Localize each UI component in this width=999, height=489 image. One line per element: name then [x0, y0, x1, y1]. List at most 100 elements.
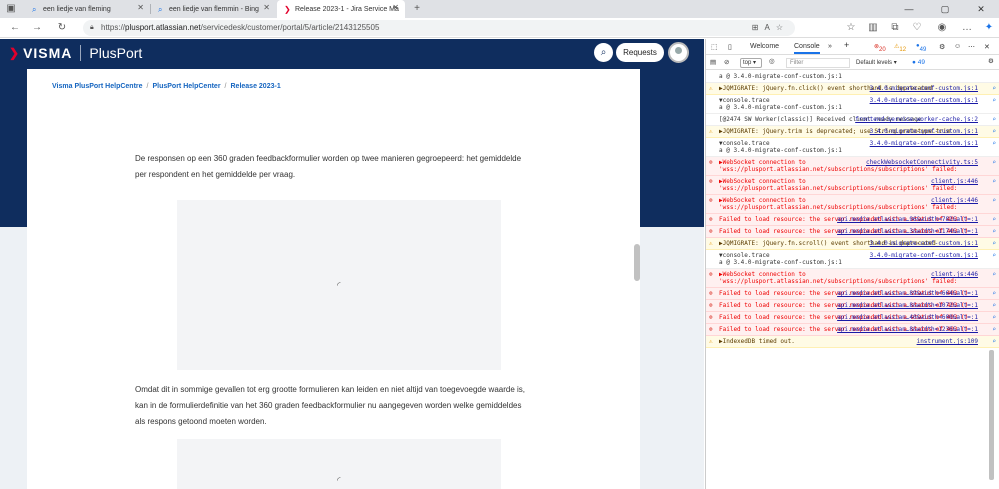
- search-icon[interactable]: ⌕: [992, 240, 996, 247]
- tab-console[interactable]: Console: [794, 43, 820, 54]
- close-window-icon[interactable]: ✕: [963, 0, 999, 18]
- requests-button[interactable]: Requests: [616, 43, 664, 62]
- site-logo[interactable]: ❯ VISMA PlusPort: [9, 45, 142, 61]
- console-source-link[interactable]: checkWebsocketConnectivity.ts:5: [866, 159, 978, 166]
- search-icon[interactable]: ⌕: [992, 252, 996, 259]
- issues-badge[interactable]: ● 49: [912, 59, 925, 66]
- context-selector[interactable]: top ▾: [740, 58, 762, 68]
- close-icon[interactable]: ✕: [137, 3, 144, 12]
- search-icon[interactable]: ⌕: [992, 290, 996, 297]
- warning-count-badge[interactable]: ⚠ 12: [894, 43, 906, 53]
- console-filter-input[interactable]: Filter: [786, 58, 850, 68]
- console-trace-line[interactable]: a @ 3.4.0-migrate-conf-custom.js:1: [719, 104, 970, 111]
- feedback-icon[interactable]: ☺: [954, 43, 961, 50]
- favorites-icon[interactable]: ☆: [844, 21, 858, 35]
- console-source-link[interactable]: api.media.atlassian…8&width=1236&alt=:1: [837, 326, 978, 333]
- console-message[interactable]: ⊗ Failed to load resource: the server res…: [706, 226, 999, 238]
- address-bar[interactable]: 🔒︎ https://plusport.atlassian.net/servic…: [83, 20, 795, 36]
- avatar[interactable]: [668, 42, 689, 63]
- browser-tab-3[interactable]: ❯ Release 2023-1 - Jira Service Ma ✕: [277, 0, 405, 18]
- tab-welcome[interactable]: Welcome: [750, 43, 779, 50]
- search-icon[interactable]: ⌕: [992, 228, 996, 235]
- console-source-link[interactable]: 3.4.0-migrate-conf-custom.js:1: [870, 140, 978, 147]
- search-icon[interactable]: ⌕: [992, 216, 996, 223]
- console-message[interactable]: ⊗ ▶WebSocket connection to 'wss://pluspor…: [706, 195, 999, 214]
- eye-icon[interactable]: ◎: [769, 57, 775, 65]
- console-source-link[interactable]: 3.4.0-migrate-conf-custom.js:1: [870, 128, 978, 135]
- device-toolbar-icon[interactable]: ▯: [728, 43, 732, 51]
- clear-console-icon[interactable]: ⊘: [724, 58, 729, 66]
- log-levels-dropdown[interactable]: Default levels ▾: [856, 59, 897, 66]
- copilot-icon[interactable]: ✦: [982, 21, 996, 35]
- breadcrumb-item[interactable]: Release 2023-1: [231, 83, 281, 90]
- sidebar-toggle-icon[interactable]: ▤: [710, 58, 716, 66]
- console-source-link[interactable]: api.media.atlassian…3&width=1174&alt=:1: [837, 228, 978, 235]
- search-icon[interactable]: ⌕: [594, 43, 613, 62]
- browser-essentials-icon[interactable]: ♡: [910, 21, 924, 35]
- search-icon[interactable]: ⌕: [992, 85, 996, 92]
- console-source-link[interactable]: 3.4.0-migrate-conf-custom.js:1: [870, 85, 978, 92]
- split-screen-icon[interactable]: ▥: [866, 21, 880, 35]
- search-icon[interactable]: ⌕: [992, 159, 996, 166]
- more-tabs-icon[interactable]: »: [828, 43, 832, 50]
- profile-icon[interactable]: ◉: [935, 21, 949, 35]
- info-count-badge[interactable]: ● 49: [916, 43, 926, 53]
- collections-icon[interactable]: ⧉: [888, 21, 902, 35]
- console-message[interactable]: ⚠ ▶JQMIGRATE: jQuery.fn.scroll() event sh…: [706, 238, 999, 250]
- console-trace-line[interactable]: a @ 3.4.0-migrate-conf-custom.js:1: [719, 259, 970, 266]
- new-tab-button[interactable]: +: [410, 2, 424, 16]
- console-source-link[interactable]: client.js:446: [931, 271, 978, 278]
- console-source-link[interactable]: client.js:446: [931, 178, 978, 185]
- console-message[interactable]: ⚠ ▶JQMIGRATE: jQuery.fn.click() event sho…: [706, 83, 999, 95]
- maximize-icon[interactable]: ▢: [927, 0, 963, 18]
- page-scrollbar[interactable]: [634, 244, 640, 281]
- forward-icon[interactable]: →: [30, 21, 44, 35]
- search-icon[interactable]: ⌕: [992, 302, 996, 309]
- reload-icon[interactable]: ↻: [55, 21, 69, 35]
- add-tab-icon[interactable]: +: [844, 40, 849, 50]
- console-message[interactable]: [@2474 SW Worker(classic)] Received clie…: [706, 114, 999, 126]
- console-message[interactable]: ⚠ ▶IndexedDB timed out. instrument.js:109 ⌕: [706, 336, 999, 348]
- search-icon[interactable]: ⌕: [992, 140, 996, 147]
- close-icon[interactable]: ✕: [263, 3, 270, 12]
- error-count-badge[interactable]: ⊗ 20: [874, 43, 886, 53]
- breadcrumb-item[interactable]: Visma PlusPort HelpCentre: [52, 83, 143, 90]
- more-options-icon[interactable]: ⋯: [968, 43, 975, 51]
- console-source-link[interactable]: client.js:446: [931, 197, 978, 204]
- browser-tab-2[interactable]: ⌕ een liedje van flemmin - Bing ✕: [151, 0, 276, 18]
- console-settings-icon[interactable]: ⚙: [988, 57, 994, 65]
- search-icon[interactable]: ⌕: [992, 314, 996, 321]
- back-icon[interactable]: ←: [8, 21, 22, 35]
- console-message[interactable]: ⊗ ▶WebSocket connection to 'wss://pluspor…: [706, 157, 999, 176]
- console-message[interactable]: ⊗ Failed to load resource: the server res…: [706, 300, 999, 312]
- search-icon[interactable]: ⌕: [992, 97, 996, 104]
- console-source-link[interactable]: 3.4.0-migrate-conf-custom.js:1: [870, 252, 978, 259]
- console-source-link[interactable]: instrument.js:109: [917, 338, 978, 345]
- console-message[interactable]: a @ 3.4.0-migrate-conf-custom.js:1: [706, 71, 999, 83]
- console-message[interactable]: ⊗ Failed to load resource: the server res…: [706, 324, 999, 336]
- inspect-icon[interactable]: ⬚: [711, 43, 718, 51]
- search-icon[interactable]: ⌕: [992, 338, 996, 345]
- tab-actions-icon[interactable]: ▣: [4, 2, 18, 16]
- console-message[interactable]: ▼console.trace a @ 3.4.0-migrate-conf-cus…: [706, 138, 999, 157]
- search-icon[interactable]: ⌕: [992, 128, 996, 135]
- console-message[interactable]: ▼console.trace a @ 3.4.0-migrate-conf-cus…: [706, 250, 999, 269]
- console-trace-line[interactable]: a @ 3.4.0-migrate-conf-custom.js:1: [719, 147, 970, 154]
- console-source-link[interactable]: 3.4.0-migrate-conf-custom.js:1: [870, 240, 978, 247]
- settings-more-icon[interactable]: …: [960, 21, 974, 35]
- search-icon[interactable]: ⌕: [992, 326, 996, 333]
- search-icon[interactable]: ⌕: [992, 271, 996, 278]
- console-message[interactable]: ⊗ ▶WebSocket connection to 'wss://pluspor…: [706, 269, 999, 288]
- search-icon[interactable]: ⌕: [992, 116, 996, 123]
- settings-gear-icon[interactable]: ⚙: [939, 43, 945, 51]
- browser-tab-1[interactable]: ⌕ een liedje van fleming ✕: [25, 0, 150, 18]
- console-source-link[interactable]: api.media.atlassian…96&width=782&alt=:1: [837, 216, 978, 223]
- console-source-link[interactable]: frontend-service-worker-cache.js:2: [855, 116, 978, 123]
- console-message[interactable]: ⊗ Failed to load resource: the server res…: [706, 288, 999, 300]
- search-icon[interactable]: ⌕: [992, 197, 996, 204]
- console-scrollbar[interactable]: [989, 350, 994, 480]
- console-message[interactable]: ⚠ ▶JQMIGRATE: jQuery.trim is deprecated; …: [706, 126, 999, 138]
- console-message[interactable]: ⊗ ▶WebSocket connection to 'wss://pluspor…: [706, 176, 999, 195]
- breadcrumb-item[interactable]: PlusPort HelpCenter: [152, 83, 220, 90]
- close-devtools-icon[interactable]: ✕: [984, 43, 990, 51]
